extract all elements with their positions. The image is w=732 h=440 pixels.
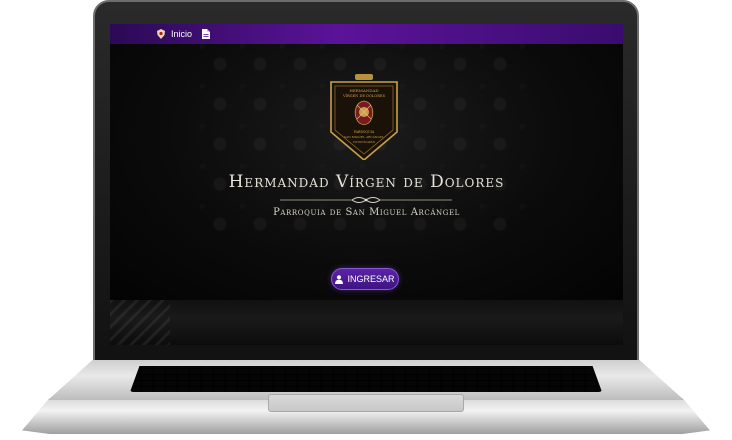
svg-text:HERMANDAD: HERMANDAD	[349, 88, 378, 93]
ingresar-button[interactable]: INGRESAR	[331, 268, 399, 290]
shield-icon	[157, 29, 165, 39]
screen: Inicio HERMANDAD VÍRGEN DE DOLORES PARRO…	[110, 24, 623, 345]
crest-logo: HERMANDAD VÍRGEN DE DOLORES PARROQUIA SA…	[330, 74, 398, 160]
navbar: Inicio	[110, 24, 623, 44]
lower-section	[110, 300, 623, 345]
hero-section: HERMANDAD VÍRGEN DE DOLORES PARROQUIA SA…	[110, 44, 623, 300]
nav-home-link[interactable]: Inicio	[156, 29, 192, 39]
laptop-trackpad	[268, 394, 464, 412]
svg-text:VÍRGEN DE DOLORES: VÍRGEN DE DOLORES	[342, 93, 386, 98]
user-icon	[335, 274, 344, 284]
svg-text:TOTONICAPÁN: TOTONICAPÁN	[353, 139, 376, 144]
svg-text:PARROQUIA: PARROQUIA	[354, 130, 375, 134]
ornament-divider	[280, 197, 452, 203]
svg-text:SAN MIGUEL ARCÁNGEL: SAN MIGUEL ARCÁNGEL	[344, 134, 384, 139]
lower-decoration	[110, 300, 170, 345]
nav-document-link[interactable]	[202, 29, 211, 39]
page-subtitle: Parroquia de San Miguel Arcángel	[273, 207, 460, 218]
document-icon	[202, 29, 211, 39]
ingresar-label: INGRESAR	[347, 274, 395, 284]
nav-home-label: Inicio	[171, 29, 193, 39]
page-title: Hermandad Vírgen de Dolores	[228, 172, 505, 192]
laptop-keyboard	[130, 366, 602, 392]
